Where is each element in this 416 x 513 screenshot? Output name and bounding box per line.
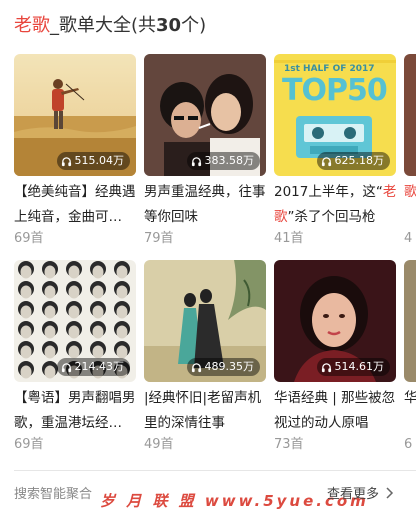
playlist-title[interactable]: 华语经典 | 那些被忽视过的动人原唱 [274,386,398,436]
playlist-title[interactable]: 2017上半年，这“老歌”杀了个回马枪 [274,180,398,230]
play-count-text: 515.04万 [74,154,125,167]
cover-badge-main: TOP50 [282,73,388,108]
cover-image [404,54,416,176]
play-count: 514.61万 [316,358,390,376]
headphones-icon [191,156,201,166]
playlist-title[interactable]: 【粤语】男声翻唱男歌，重温港坛经… [14,386,138,436]
title-part: 2017上半年，这“ [274,184,383,200]
headphones-icon [61,362,71,372]
song-count: 6 [404,437,413,452]
song-count: 41首 [274,231,304,246]
song-count: 49首 [144,437,174,452]
playlist-title[interactable]: 男声重温经典，往事等你回味 [144,180,268,230]
page-title: 老歌_歌单大全(共30个) [14,14,206,38]
view-more-label: 查看更多 [326,487,379,502]
playlist-title[interactable]: 华语经典都 [404,386,416,436]
play-count: 515.04万 [56,152,130,170]
cover-image [404,260,416,382]
view-more-link[interactable]: 查看更多 [327,483,394,502]
play-count: 383.58万 [186,152,260,170]
play-count-text: 383.58万 [204,154,255,167]
play-count-text: 489.35万 [204,360,255,373]
play-count-text: 514.61万 [334,360,385,373]
retro-couple-cover[interactable]: 383.58万 [144,54,266,176]
partial-cover[interactable] [404,260,416,382]
playlist-title[interactable]: 【绝美纯音】经典遇上纯音，金曲可… [14,180,138,230]
playlist-grid: 515.04万 【绝美纯音】经典遇上纯音，金曲可… 69首 383.58万 男声… [14,54,416,464]
title-keyword-highlight: 歌 [404,184,416,200]
song-count: 4 [404,231,413,246]
headphones-icon [321,362,331,372]
headphones-icon [321,156,331,166]
title-keyword: 老歌 [14,15,50,36]
song-count: 69首 [14,231,44,246]
play-count: 489.35万 [186,358,260,376]
chevron-right-icon [386,486,394,499]
singer-portrait-cover[interactable]: 514.61万 [274,260,396,382]
title-count: 30 [156,15,182,36]
play-count-text: 625.18万 [334,154,385,167]
faces-grid-cover[interactable]: 214.43万 [14,260,136,382]
play-count: 214.43万 [56,358,130,376]
headphones-icon [191,362,201,372]
playlist-title[interactable]: 歌 [404,180,416,230]
divider [14,470,416,471]
violin-field-cover[interactable]: 515.04万 [14,54,136,176]
play-count: 625.18万 [316,152,390,170]
partial-cover[interactable] [404,54,416,176]
song-count: 69首 [14,437,44,452]
title-suffix: 个) [181,15,207,36]
playlist-title[interactable]: |经典怀旧|老留声机里的深情往事 [144,386,268,436]
title-part: ”杀了个回马枪 [287,209,376,225]
couple-illustration-cover[interactable]: 489.35万 [144,260,266,382]
song-count: 79首 [144,231,174,246]
song-count: 73首 [274,437,304,452]
search-aggregation-label: 搜索智能聚合 [14,487,93,502]
headphones-icon [61,156,71,166]
play-count-text: 214.43万 [74,360,125,373]
top50-cassette-cover[interactable]: 1st HALF OF 2017 TOP50 625.18万 [274,54,396,176]
title-text: _歌单大全(共 [50,15,157,36]
